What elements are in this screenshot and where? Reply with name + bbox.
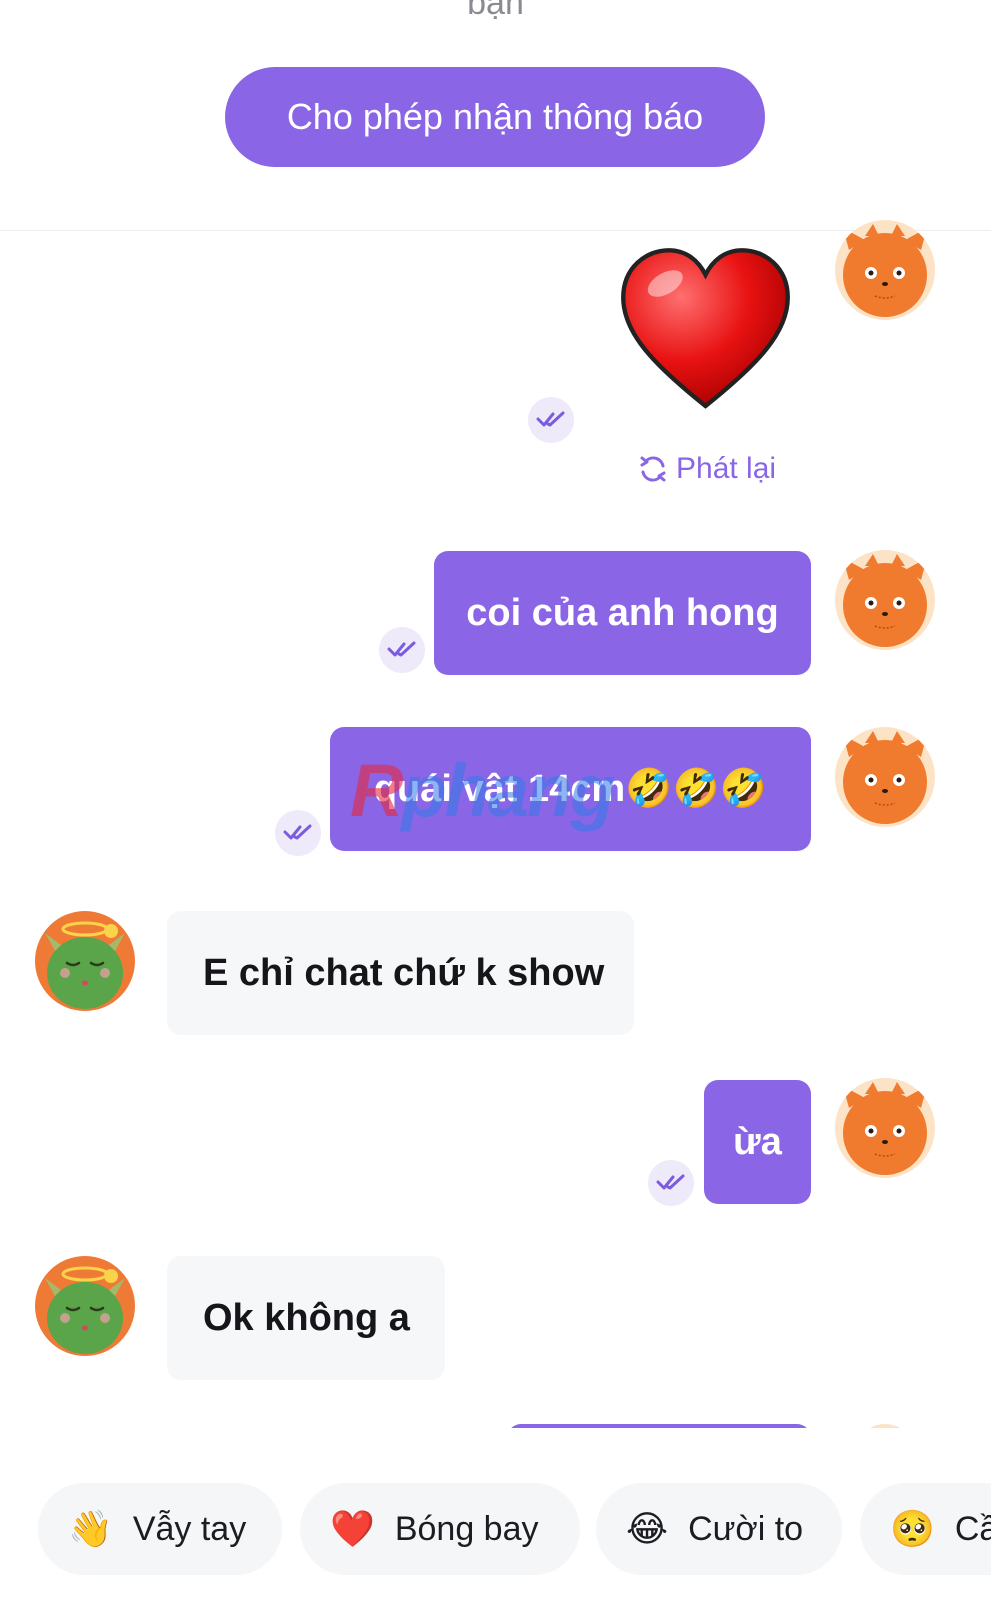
allow-notifications-button[interactable]: Cho phép nhận thông báo <box>225 67 765 167</box>
message-bubble-sent[interactable]: quái vật 14cm🤣🤣🤣 <box>330 727 811 851</box>
dragon-avatar-icon <box>35 1256 135 1356</box>
replay-icon <box>640 456 666 482</box>
chat-screen: bạn Cho phép nhận thông báo Phát lại coi… <box>0 0 991 1600</box>
avatar-dragon[interactable] <box>35 911 135 1011</box>
prompt-text-fragment: bạn <box>467 0 524 22</box>
quick-reply-bar: 👋 Vẫy tay ❤️ Bóng bay 😂 Cười to 🥺 Cầ <box>0 1428 991 1600</box>
fox-avatar-icon <box>835 1078 935 1178</box>
avatar-fox[interactable] <box>835 220 935 320</box>
replay-label: Phát lại <box>676 452 777 485</box>
read-receipt-icon <box>275 810 321 856</box>
quick-reply-label: Cười to <box>688 1509 804 1548</box>
fox-avatar-icon <box>835 727 935 827</box>
quick-reply-balloon[interactable]: ❤️ Bóng bay <box>300 1483 580 1575</box>
avatar-fox[interactable] <box>835 550 935 650</box>
message-bubble-received[interactable]: Ok không a <box>167 1256 445 1380</box>
quick-reply-label: Bóng bay <box>394 1509 539 1548</box>
notification-prompt: bạn Cho phép nhận thông báo <box>0 0 991 231</box>
avatar-fox[interactable] <box>835 1078 935 1178</box>
dragon-avatar-icon <box>35 911 135 1011</box>
pleading-icon: 🥺 <box>890 1508 935 1549</box>
laugh-icon: 😂 <box>626 1508 669 1549</box>
read-receipt-icon <box>379 627 425 673</box>
quick-reply-label: Vẫy tay <box>132 1509 247 1548</box>
quick-reply-wave[interactable]: 👋 Vẫy tay <box>38 1483 282 1575</box>
read-receipt-icon <box>648 1160 694 1206</box>
quick-reply-label: Cầ <box>954 1509 991 1548</box>
quick-reply-laugh[interactable]: 😂 Cười to <box>596 1483 842 1575</box>
message-bubble-sent[interactable]: ừa <box>704 1080 811 1204</box>
message-bubble-sent[interactable]: coi của anh hong <box>434 551 811 675</box>
message-bubble-received[interactable]: E chỉ chat chứ k show <box>167 911 634 1035</box>
fox-avatar-icon <box>835 220 935 320</box>
avatar-dragon[interactable] <box>35 1256 135 1356</box>
quick-reply-pleading[interactable]: 🥺 Cầ <box>860 1483 991 1575</box>
avatar-fox[interactable] <box>835 727 935 827</box>
heart-icon: ❤️ <box>330 1508 375 1549</box>
read-receipt-icon <box>528 397 574 443</box>
replay-button[interactable]: Phát lại <box>638 452 776 486</box>
heart-sticker[interactable] <box>618 245 793 420</box>
fox-avatar-icon <box>835 550 935 650</box>
wave-icon: 👋 <box>68 1508 113 1549</box>
